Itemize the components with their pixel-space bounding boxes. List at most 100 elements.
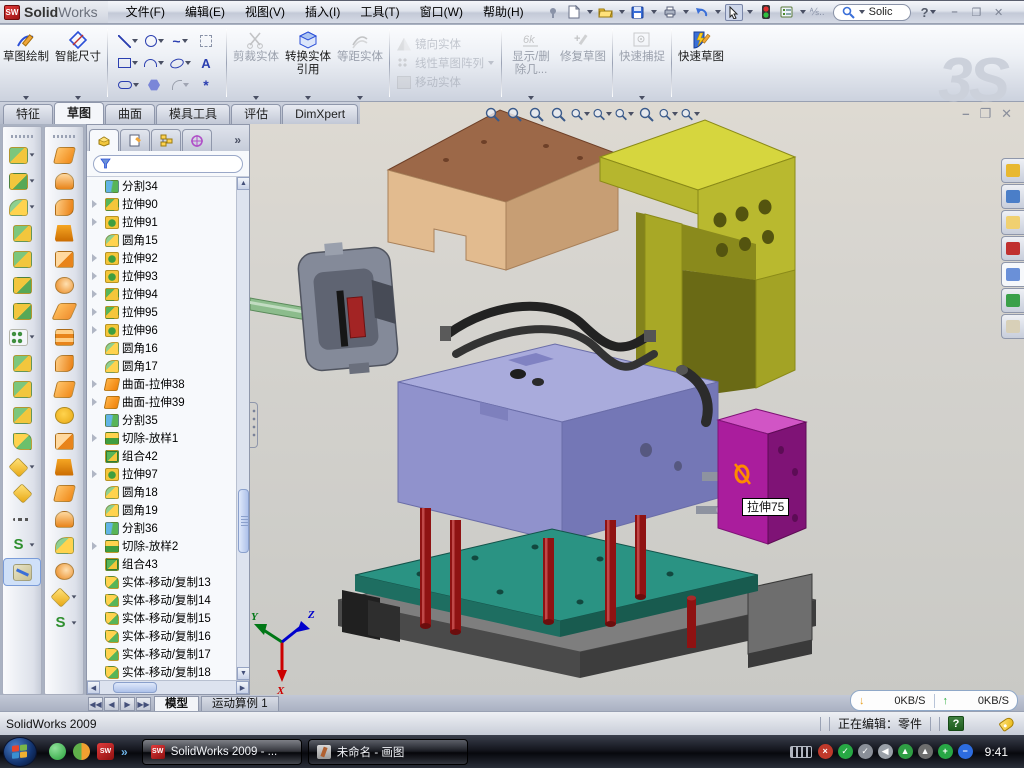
- tree-item[interactable]: 拉伸97: [89, 465, 235, 483]
- lofted-surface-icon[interactable]: [45, 220, 83, 246]
- tree-item[interactable]: 拉伸96: [89, 321, 235, 339]
- menu-item[interactable]: 编辑(E): [175, 1, 235, 23]
- tree-item[interactable]: 拉伸92: [89, 249, 235, 267]
- document-tab[interactable]: 模型: [154, 696, 199, 711]
- smart-dimension-button[interactable]: 智能尺寸: [52, 25, 104, 101]
- input-method-keyboard-icon[interactable]: [790, 746, 812, 758]
- spline-icon[interactable]: S: [3, 532, 41, 558]
- solidworks-resources-tab[interactable]: [1001, 158, 1024, 183]
- help-icon[interactable]: ?: [921, 5, 929, 20]
- next-tab-icon[interactable]: ▶: [120, 697, 135, 711]
- trim-entities-button[interactable]: 剪裁实体: [230, 25, 282, 101]
- manager-tabs-overflow[interactable]: »: [228, 133, 247, 151]
- expand-arrow-icon[interactable]: [92, 470, 97, 478]
- taskbar-clock[interactable]: 9:41: [979, 745, 1016, 759]
- doc-restore-button[interactable]: ❐: [979, 106, 991, 122]
- fillet-icon[interactable]: [3, 194, 41, 220]
- document-tab[interactable]: 运动算例 1: [201, 696, 279, 711]
- knit-surface-icon[interactable]: [45, 506, 83, 532]
- appearances-tab[interactable]: [1001, 288, 1024, 313]
- open-icon[interactable]: [597, 4, 615, 21]
- open-dropdown-icon[interactable]: [619, 10, 625, 14]
- doc-minimize-button[interactable]: –: [962, 106, 969, 122]
- search-box[interactable]: Solic: [833, 4, 911, 21]
- prev-tab-icon[interactable]: ◀: [104, 697, 119, 711]
- sketch-button[interactable]: 草图绘制: [0, 25, 52, 101]
- scroll-down-icon[interactable]: ▼: [237, 667, 249, 680]
- tree-filter-input[interactable]: [93, 155, 243, 173]
- split-body-icon[interactable]: [3, 376, 41, 402]
- rectangle-tool-icon[interactable]: [115, 52, 141, 74]
- volume-icon[interactable]: ◀: [878, 744, 893, 759]
- display-style-icon[interactable]: [592, 104, 612, 123]
- new-document-icon[interactable]: [565, 4, 583, 21]
- tree-item[interactable]: 圆角17: [89, 357, 235, 375]
- view-orientation-icon[interactable]: [570, 104, 590, 123]
- antivirus-shield-icon[interactable]: ✓: [838, 744, 853, 759]
- solidworks-search-tab[interactable]: [1001, 236, 1024, 261]
- extruded-boss-icon[interactable]: [3, 142, 41, 168]
- ribbon-tab[interactable]: DimXpert: [282, 104, 358, 124]
- messenger-quick-icon[interactable]: [49, 743, 66, 760]
- hscroll-thumb[interactable]: [113, 682, 157, 693]
- net-speed-widget[interactable]: ↓0KB/S ↑0KB/S: [850, 690, 1018, 711]
- tree-item[interactable]: 拉伸91: [89, 213, 235, 231]
- tree-item[interactable]: 实体-移动/复制18: [89, 663, 235, 680]
- ribbon-tab[interactable]: 曲面: [105, 104, 155, 124]
- tree-item[interactable]: 拉伸93: [89, 267, 235, 285]
- tree-item[interactable]: 组合42: [89, 447, 235, 465]
- ellipse-tool-icon[interactable]: [167, 52, 193, 74]
- taskbar-task-button[interactable]: SW SolidWorks 2009 - ...: [142, 739, 302, 765]
- view-palette-tab[interactable]: [1001, 262, 1024, 287]
- insert-part-icon[interactable]: [3, 454, 41, 480]
- dome-icon[interactable]: [45, 558, 83, 584]
- wrap-icon[interactable]: [3, 298, 41, 324]
- menu-item[interactable]: 帮助(H): [473, 1, 534, 23]
- previous-view-icon[interactable]: [526, 104, 546, 123]
- new-dropdown-icon[interactable]: [587, 10, 593, 14]
- quick-snaps-button[interactable]: 快速捕捉: [616, 25, 668, 101]
- menu-item[interactable]: 插入(I): [295, 1, 350, 23]
- offset-surface-icon[interactable]: [45, 324, 83, 350]
- propertymanager-tab[interactable]: [120, 129, 150, 151]
- slot-tool-icon[interactable]: [115, 74, 141, 96]
- quick-launch-overflow-icon[interactable]: »: [121, 745, 128, 759]
- planar-surface-icon[interactable]: [45, 298, 83, 324]
- scroll-up-icon[interactable]: ▲: [237, 177, 249, 190]
- taskbar-task-button[interactable]: 未命名 - 画图: [308, 739, 468, 765]
- featuremanager-tab[interactable]: [89, 129, 119, 151]
- expand-arrow-icon[interactable]: [92, 326, 97, 334]
- tree-item[interactable]: 圆角18: [89, 483, 235, 501]
- panel-splitter-handle[interactable]: [250, 402, 258, 448]
- minimize-button[interactable]: –: [945, 4, 965, 20]
- repair-sketch-button[interactable]: + 修复草图: [557, 25, 609, 101]
- tree-item[interactable]: 分割34: [89, 177, 235, 195]
- tag-icon[interactable]: [998, 715, 1015, 731]
- circle-tool-icon[interactable]: [141, 30, 167, 52]
- spline-tool-icon[interactable]: ~: [167, 30, 193, 52]
- extruded-cut-icon[interactable]: [3, 168, 41, 194]
- tree-vertical-scrollbar[interactable]: ▲ ▼: [236, 177, 249, 680]
- pattern-icon[interactable]: [3, 324, 41, 350]
- expand-arrow-icon[interactable]: [92, 272, 97, 280]
- search-scope-dropdown-icon[interactable]: [859, 10, 865, 14]
- save-dropdown-icon[interactable]: [651, 10, 657, 14]
- expand-arrow-icon[interactable]: [92, 200, 97, 208]
- help-dropdown-icon[interactable]: [930, 10, 936, 14]
- point-tool-icon[interactable]: *: [193, 74, 219, 96]
- close-button[interactable]: ✕: [989, 4, 1009, 20]
- sketch-fillet-icon[interactable]: [167, 74, 193, 96]
- tree-item[interactable]: 实体-移动/复制15: [89, 609, 235, 627]
- expand-arrow-icon[interactable]: [92, 254, 97, 262]
- menu-item[interactable]: 视图(V): [235, 1, 295, 23]
- expand-arrow-icon[interactable]: [92, 434, 97, 442]
- tree-item[interactable]: 实体-移动/复制13: [89, 573, 235, 591]
- move-copy-body-icon[interactable]: [3, 428, 41, 454]
- replace-face-icon[interactable]: [45, 428, 83, 454]
- menu-item[interactable]: 工具(T): [350, 1, 409, 23]
- warning-grid-icon[interactable]: ▲: [918, 744, 933, 759]
- ribbon-tab[interactable]: 草图: [54, 102, 104, 124]
- dimxpertmanager-tab[interactable]: [182, 129, 212, 151]
- restore-button[interactable]: ❐: [967, 4, 987, 20]
- menu-item[interactable]: 窗口(W): [410, 1, 473, 23]
